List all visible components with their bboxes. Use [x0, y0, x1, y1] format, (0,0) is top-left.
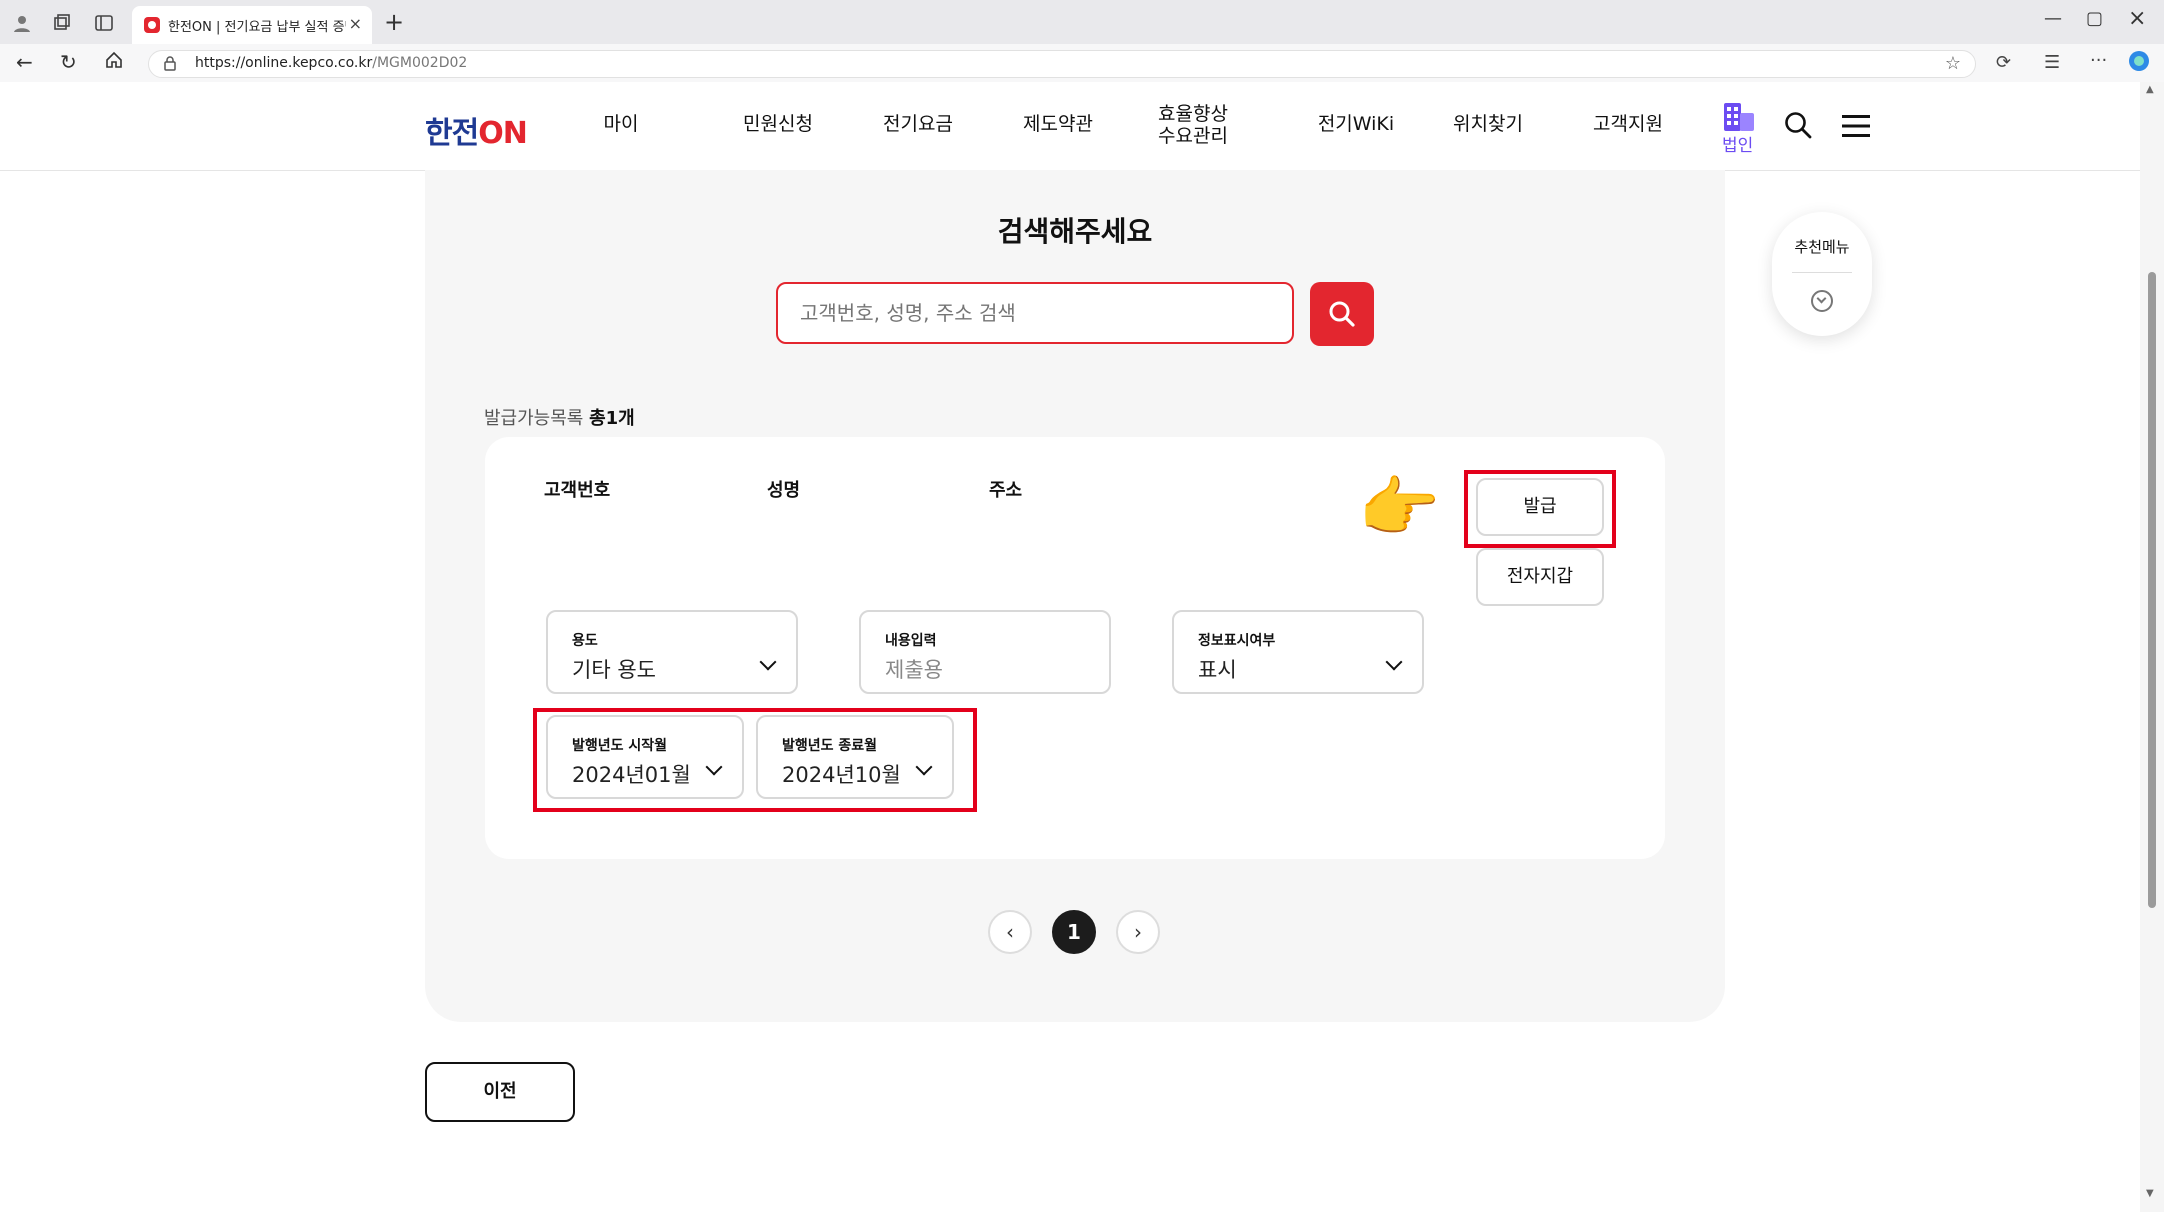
corporate-building-icon[interactable] [1724, 103, 1754, 131]
column-customer-number: 고객번호 [544, 480, 611, 501]
column-address: 주소 [989, 480, 1023, 501]
url-text: https://online.kepco.co.kr/MGM002D02 [195, 55, 467, 71]
logo-main-text: 한전 [425, 116, 479, 151]
tab-close-icon[interactable]: × [349, 14, 362, 33]
count-label: 발급가능목록 [484, 408, 584, 429]
new-tab-button[interactable]: + [384, 8, 404, 36]
issue-button[interactable]: 발급 [1476, 478, 1604, 536]
nav-item-customer-support[interactable]: 고객지원 [1578, 113, 1678, 135]
nav-item-wiki[interactable]: 전기WiKi [1306, 113, 1406, 135]
workspaces-icon[interactable] [52, 13, 72, 37]
minimize-icon[interactable]: — [2044, 8, 2062, 29]
nav-item-civil-request[interactable]: 민원신청 [728, 113, 828, 135]
content-placeholder: 제출용 [885, 658, 943, 682]
nav-item-terms[interactable]: 제도약관 [1008, 113, 1108, 135]
chevron-down-icon [1385, 653, 1403, 671]
search-button-icon [1329, 301, 1355, 327]
maximize-icon[interactable]: ▢ [2086, 8, 2103, 29]
browser-tab-active[interactable]: 한전ON | 전기요금 납부 실적 증명 × [132, 6, 372, 44]
copilot-icon[interactable] [2128, 50, 2150, 76]
issuable-list-count: 발급가능목록 총1개 [484, 404, 635, 430]
scroll-up-icon[interactable]: ▲ [2146, 84, 2154, 95]
pagination-next-button[interactable]: › [1116, 910, 1160, 954]
nav-item-location[interactable]: 위치찾기 [1438, 113, 1538, 135]
search-heading: 검색해주세요 [997, 215, 1153, 248]
content-label: 내용입력 [885, 633, 937, 649]
tab-title: 한전ON | 전기요금 납부 실적 증명 [168, 20, 346, 35]
favorite-star-icon[interactable]: ☆ [1945, 53, 1961, 74]
pagination-prev-button[interactable]: ‹ [988, 910, 1032, 954]
chevron-down-icon [759, 653, 777, 671]
tab-actions-icon[interactable] [94, 13, 114, 37]
start-month-value: 2024년01월 [572, 763, 691, 787]
chevron-down-icon [915, 758, 933, 776]
lock-icon[interactable] [163, 55, 177, 75]
refresh-icon[interactable]: ↻ [60, 50, 77, 74]
window-close-icon[interactable]: × [2128, 6, 2146, 31]
search-icon[interactable] [1784, 111, 1812, 143]
nav-item-electricity-bill[interactable]: 전기요금 [868, 113, 968, 135]
usage-value: 기타 용도 [572, 658, 656, 682]
start-month-select[interactable]: 발행년도 시작월 2024년01월 [546, 715, 744, 799]
kepco-on-logo[interactable]: 한전ON [425, 108, 528, 152]
more-options-icon[interactable]: ··· [2090, 50, 2107, 71]
display-option-select[interactable]: 정보표시여부 표시 [1172, 610, 1424, 694]
previous-button[interactable]: 이전 [425, 1062, 575, 1122]
chevron-down-icon [705, 758, 723, 776]
column-name: 성명 [767, 480, 801, 501]
browser-tab-bar: 한전ON | 전기요금 납부 실적 증명 × + — ▢ × [0, 0, 2164, 44]
chevron-down-circle-icon[interactable] [1811, 290, 1833, 312]
usage-label: 용도 [572, 633, 598, 649]
recommended-menu-label: 추천메뉴 [1794, 238, 1850, 256]
profile-icon[interactable] [12, 13, 32, 37]
display-value: 표시 [1198, 658, 1237, 682]
search-input[interactable] [776, 282, 1294, 344]
url-field[interactable]: https://online.kepco.co.kr/MGM002D02 ☆ [148, 50, 1976, 78]
start-month-label: 발행년도 시작월 [572, 738, 668, 754]
end-month-label: 발행년도 종료월 [782, 738, 878, 754]
pointing-hand-annotation: 👉 [1358, 469, 1441, 546]
favorites-icon[interactable]: ☰ [2044, 52, 2060, 73]
e-wallet-button[interactable]: 전자지갑 [1476, 548, 1604, 606]
end-month-value: 2024년10월 [782, 763, 901, 787]
pagination-page-1[interactable]: 1 [1052, 910, 1096, 954]
search-button[interactable] [1310, 282, 1374, 346]
url-path: /MGM002D02 [372, 55, 468, 71]
scroll-down-icon[interactable]: ▼ [2146, 1188, 2154, 1199]
home-icon[interactable] [104, 50, 124, 74]
kepco-favicon-icon [144, 17, 160, 33]
corporate-label[interactable]: 법인 [1722, 131, 1753, 156]
hamburger-menu-icon[interactable] [1842, 114, 1870, 142]
count-value: 총1개 [589, 408, 635, 429]
recommended-menu[interactable]: 추천메뉴 [1772, 212, 1872, 336]
content-input[interactable]: 내용입력 제출용 [859, 610, 1111, 694]
nav-item-my[interactable]: 마이 [586, 113, 656, 135]
scrollbar-thumb[interactable] [2148, 272, 2156, 908]
extensions-icon[interactable]: ⟳ [1996, 52, 2011, 73]
divider [1792, 272, 1852, 273]
logo-on-text: ON [478, 116, 528, 151]
display-label: 정보표시여부 [1198, 633, 1276, 649]
nav-item-efficiency[interactable]: 효율향상 수요관리 [1143, 103, 1243, 147]
url-host: https://online.kepco.co.kr [195, 55, 373, 71]
end-month-select[interactable]: 발행년도 종료월 2024년10월 [756, 715, 954, 799]
back-icon[interactable]: ← [16, 50, 33, 74]
usage-select[interactable]: 용도 기타 용도 [546, 610, 798, 694]
